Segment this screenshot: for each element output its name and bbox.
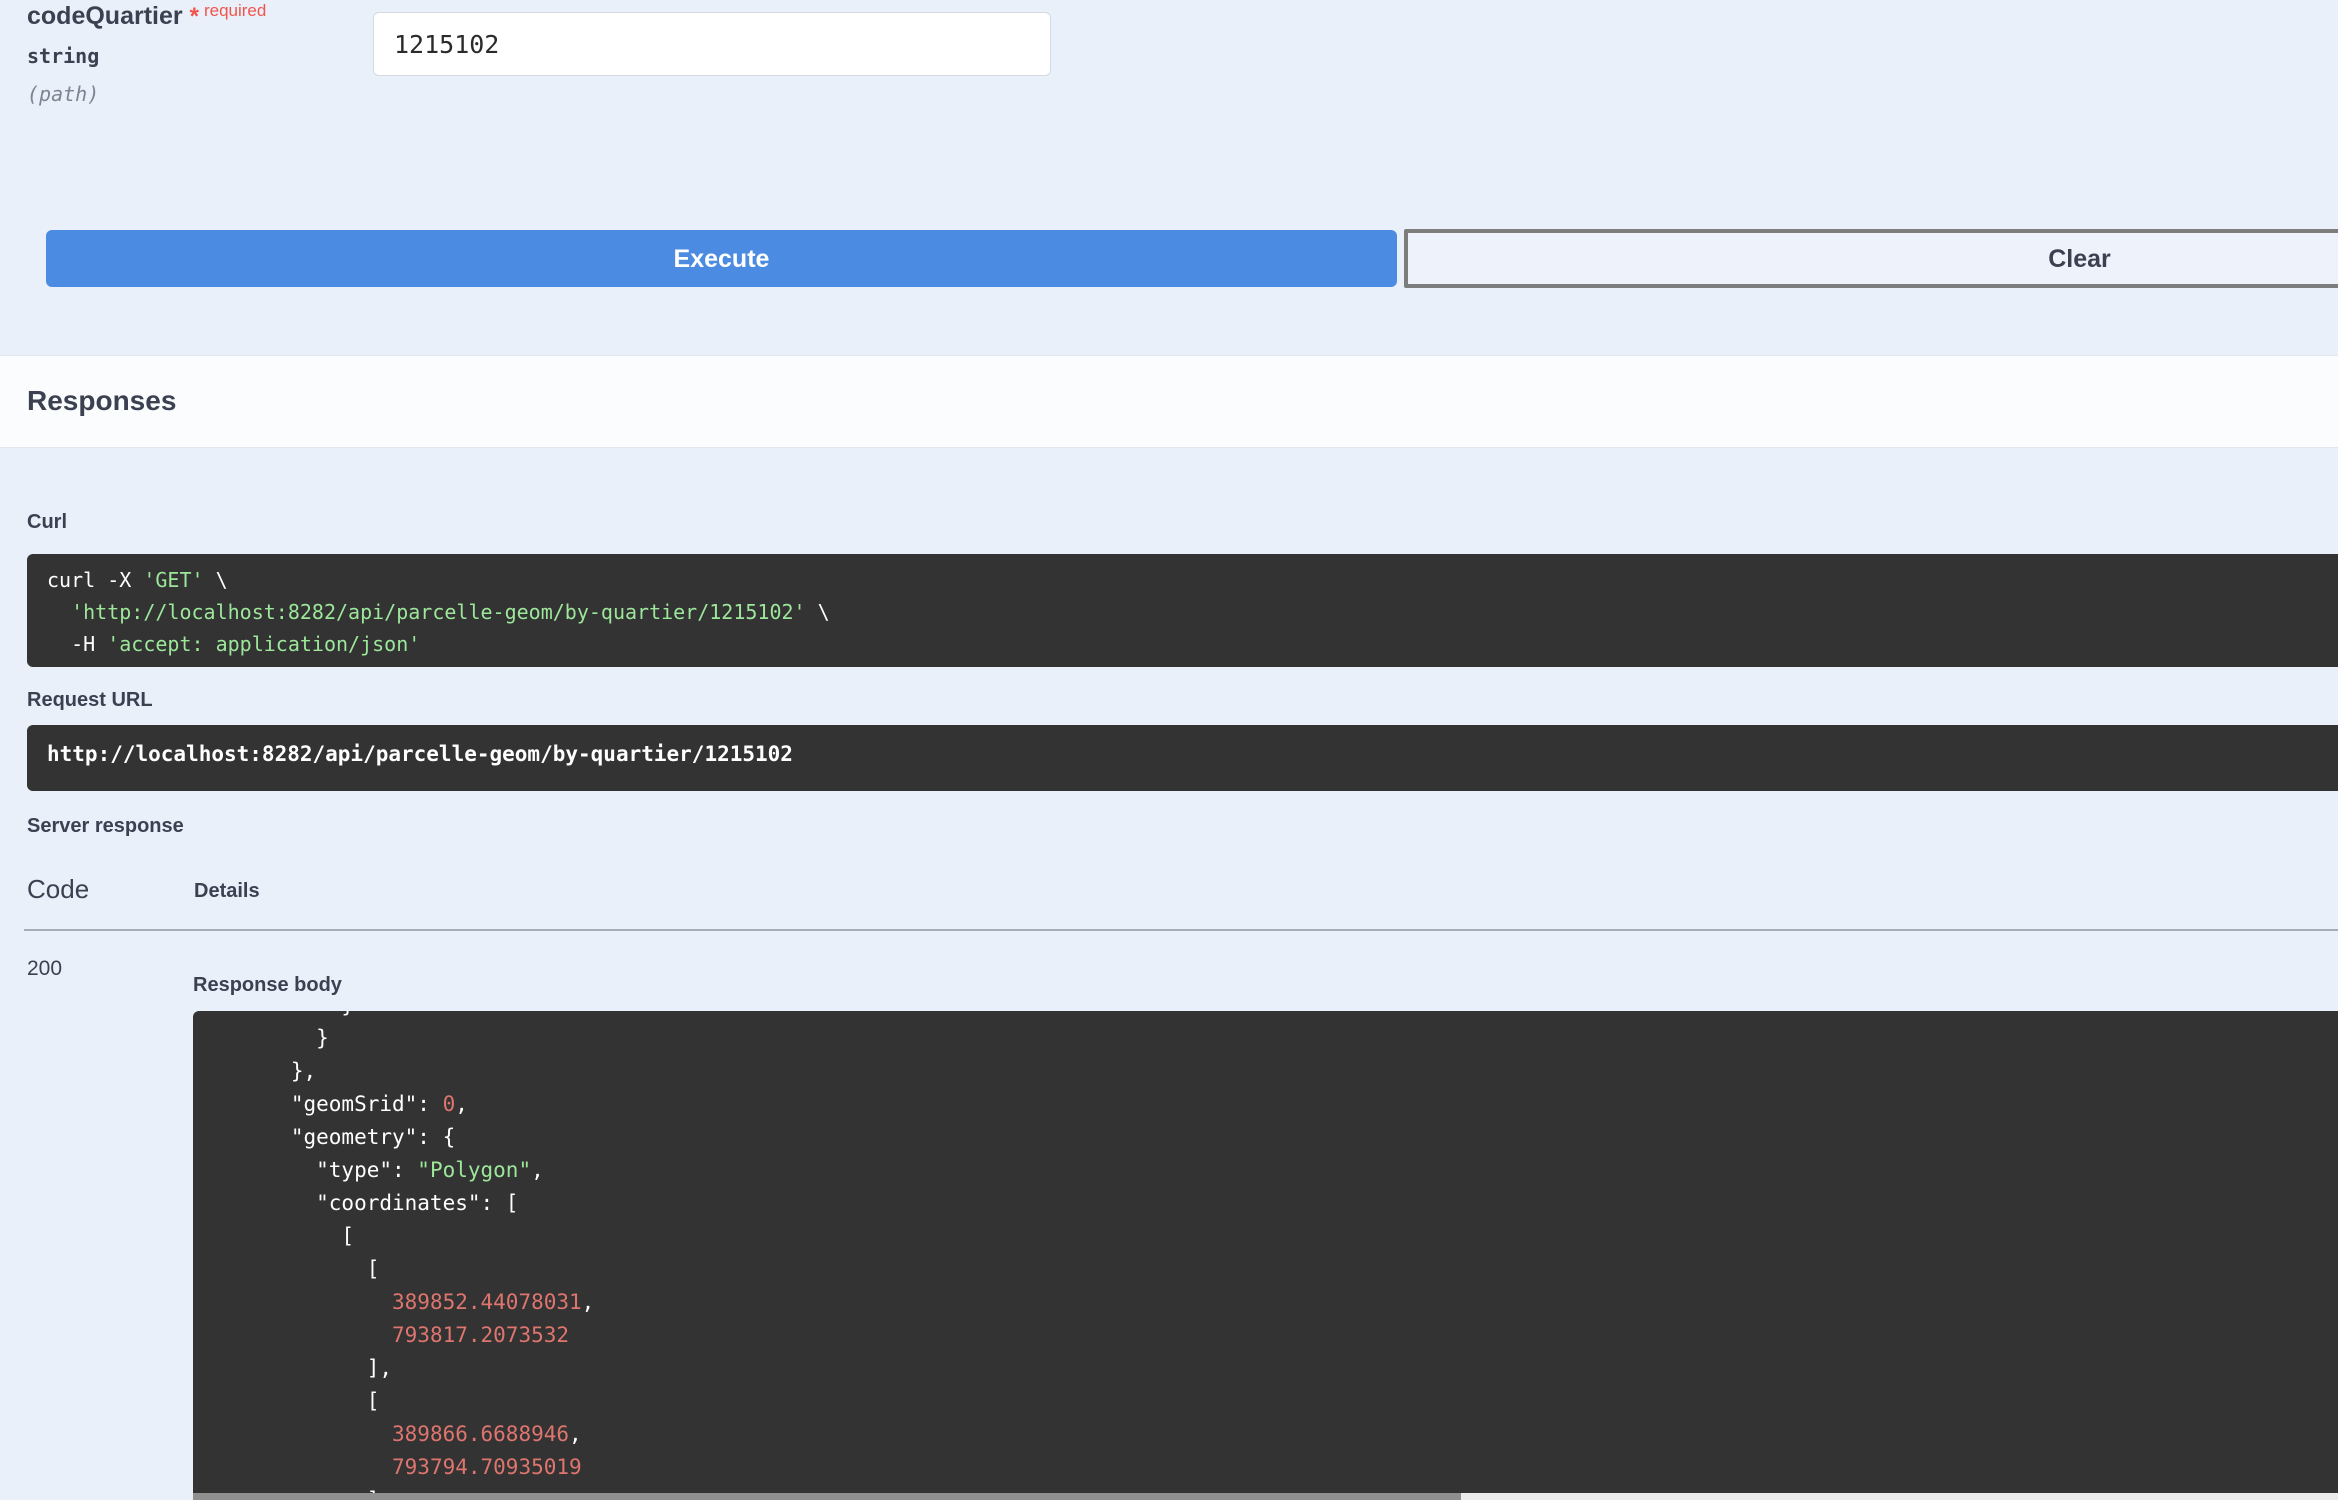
- server-response-label: Server response: [27, 815, 184, 837]
- required-label: required: [203, 1, 267, 20]
- response-body-horizontal-scrollbar[interactable]: [193, 1493, 2338, 1500]
- code-line: 793817.2073532: [392, 1323, 570, 1347]
- parameter-type: string: [27, 44, 100, 68]
- code-line: }: [215, 1011, 2338, 1022]
- responses-header-band: Responses: [0, 355, 2338, 448]
- required-asterisk: *: [189, 3, 199, 30]
- code-column-header: Code: [27, 874, 90, 904]
- responses-title: Responses: [27, 385, 177, 416]
- code-line: [: [215, 1224, 355, 1248]
- code-line: "geomSrid": 0,: [215, 1092, 468, 1116]
- code-line: "type": "Polygon",: [215, 1158, 544, 1182]
- code-line: -H 'accept: application/json': [47, 632, 421, 656]
- code-line: }: [215, 1026, 329, 1050]
- parameter-name-text: codeQuartier: [27, 2, 183, 30]
- code-line: "coordinates": [: [215, 1191, 519, 1215]
- code-line: [: [215, 1257, 380, 1281]
- status-code-200: 200: [27, 957, 63, 980]
- execute-button[interactable]: Execute: [46, 230, 1397, 287]
- swagger-try-it-out-panel: codeQuartier*required string (path) Exec…: [0, 0, 2338, 1500]
- response-table-divider: [24, 929, 2338, 931]
- request-url-value-block: http://localhost:8282/api/parcelle-geom/…: [27, 725, 2338, 791]
- response-body-json: } } }, "geomSrid": 0, "geometry": { "typ…: [215, 1011, 2338, 1493]
- code-line: ],: [215, 1484, 2338, 1493]
- parameter-location: (path): [27, 82, 100, 106]
- code-line: curl -X 'GET' \: [47, 568, 228, 592]
- code-line: },: [215, 1059, 317, 1083]
- code-line: [: [215, 1389, 380, 1413]
- request-url-label: Request URL: [27, 689, 153, 711]
- clear-button[interactable]: Clear: [1404, 229, 2338, 288]
- code-line: "geometry": {: [215, 1125, 456, 1149]
- scrollbar-thumb[interactable]: [193, 1493, 1461, 1500]
- response-body-block: } } }, "geomSrid": 0, "geometry": { "typ…: [193, 1011, 2338, 1493]
- curl-label: Curl: [27, 511, 67, 533]
- code-line: 389852.44078031,: [392, 1290, 595, 1314]
- code-line: 389866.6688946,: [392, 1422, 582, 1446]
- codeQuartier-input[interactable]: [373, 12, 1051, 76]
- code-line: 'http://localhost:8282/api/parcelle-geom…: [71, 600, 830, 624]
- details-column-header: Details: [194, 880, 260, 902]
- response-body-label: Response body: [193, 974, 342, 996]
- code-line: 793794.70935019: [392, 1455, 582, 1479]
- code-line: ],: [215, 1356, 393, 1380]
- parameter-name: codeQuartier * required: [27, 1, 267, 31]
- curl-command-block: curl -X 'GET' \ 'http://localhost:8282/a…: [27, 554, 2338, 667]
